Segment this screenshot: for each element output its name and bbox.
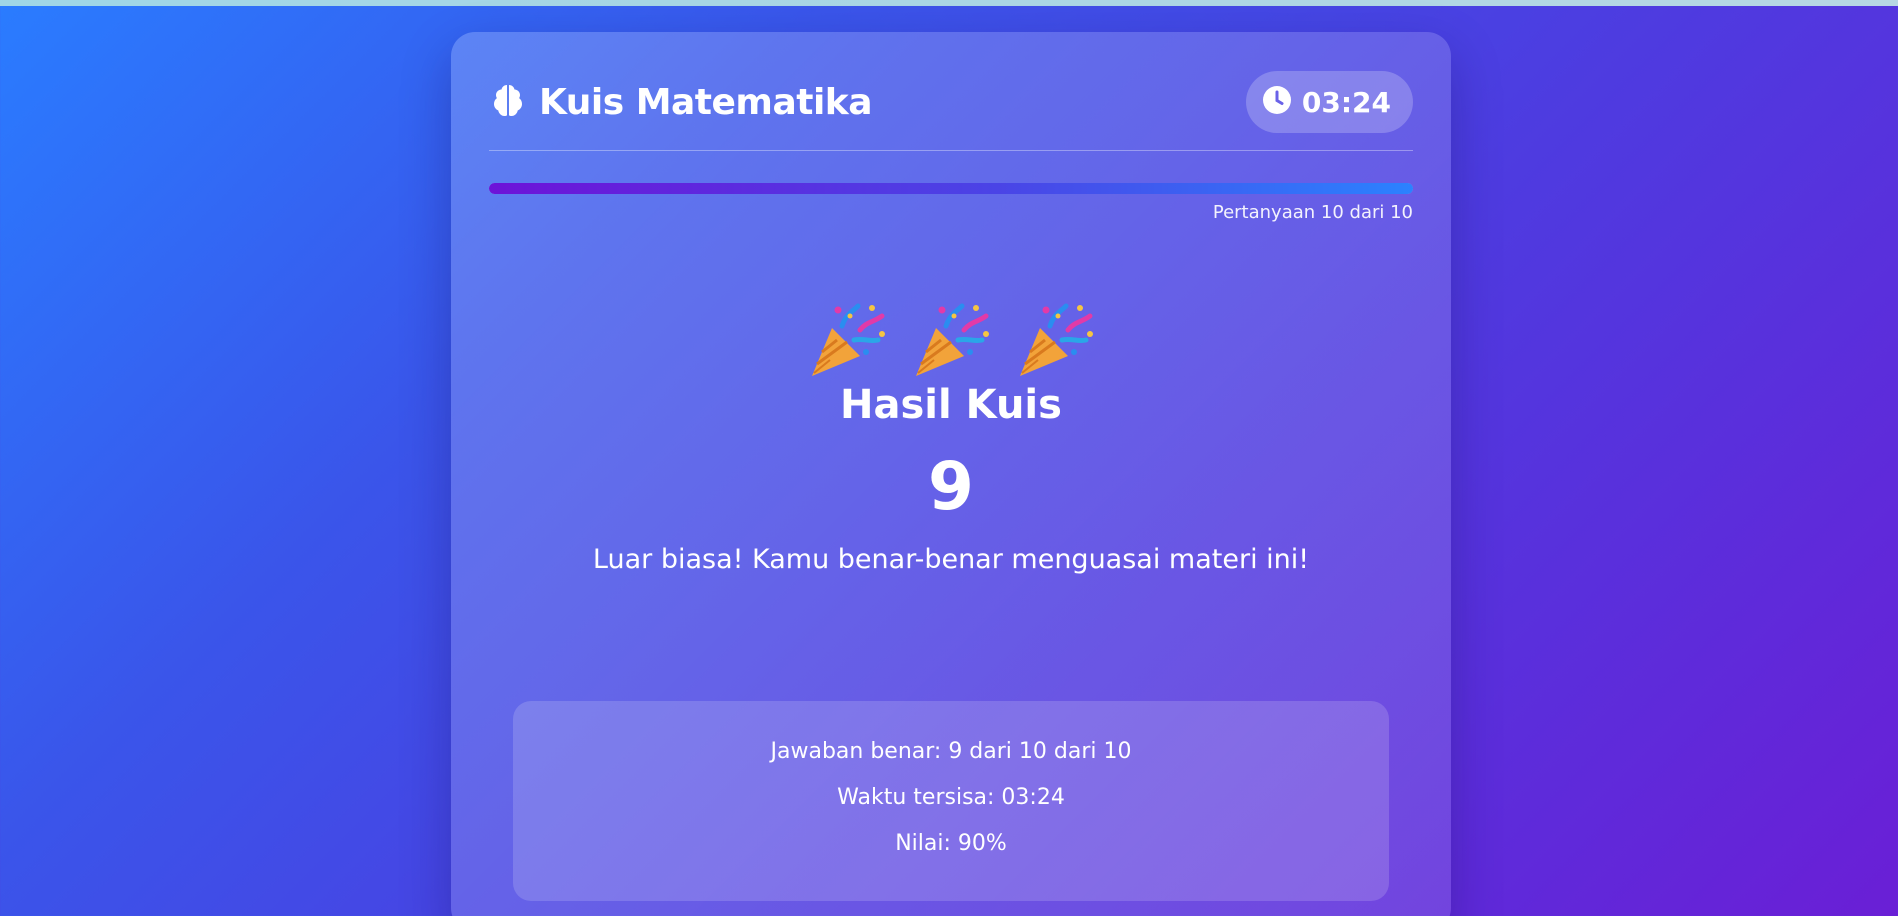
result-title: Hasil Kuis bbox=[840, 382, 1062, 428]
stat-time-left: Waktu tersisa: 03:24 bbox=[837, 785, 1065, 810]
party-popper-icon bbox=[910, 300, 992, 386]
timer-value: 03:24 bbox=[1301, 85, 1391, 119]
timer-badge: 03:24 bbox=[1245, 71, 1413, 133]
progress-fill bbox=[489, 183, 1413, 194]
brand: Kuis Matematika bbox=[489, 81, 873, 123]
progress-label: Pertanyaan 10 dari 10 bbox=[1212, 202, 1413, 223]
header-divider bbox=[489, 150, 1413, 151]
clock-icon bbox=[1262, 85, 1292, 119]
progress-bar bbox=[489, 183, 1413, 194]
stat-correct-answers: Jawaban benar: 9 dari 10 dari 10 bbox=[770, 739, 1132, 764]
app-title: Kuis Matematika bbox=[539, 81, 873, 123]
score-value: 9 bbox=[928, 448, 974, 525]
stats-panel: Jawaban benar: 9 dari 10 dari 10 Waktu t… bbox=[513, 701, 1389, 901]
browser-top-edge bbox=[0, 0, 1898, 6]
quiz-header: Kuis Matematika 03:24 bbox=[489, 70, 1413, 134]
quiz-card: Kuis Matematika 03:24 Pertanyaan 10 dari… bbox=[451, 32, 1451, 916]
party-popper-icon bbox=[806, 300, 888, 386]
celebration-row bbox=[451, 300, 1451, 386]
brain-icon bbox=[489, 81, 527, 123]
stat-grade: Nilai: 90% bbox=[895, 831, 1007, 856]
result-message: Luar biasa! Kamu benar-benar menguasai m… bbox=[592, 544, 1310, 575]
party-popper-icon bbox=[1014, 300, 1096, 386]
